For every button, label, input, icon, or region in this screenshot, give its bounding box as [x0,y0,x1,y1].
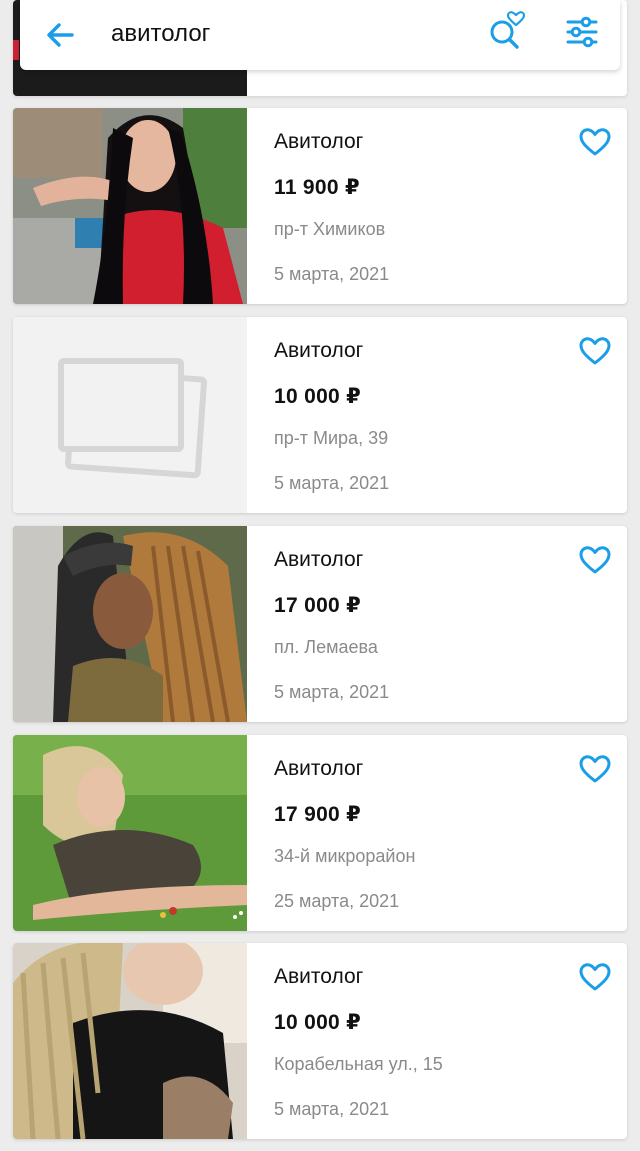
listing-title[interactable]: Авитолог [274,128,363,156]
listing-address: пл. Лемаева [274,637,378,657]
heart-icon[interactable] [578,335,612,367]
listing-date: 5 марта, 2021 [274,473,390,493]
listing-card[interactable]: Авитолог 11 900 ₽ пр-т Химиков 5 марта, … [13,108,627,304]
search-heart-icon[interactable] [486,10,526,52]
listing-price: 17 000 ₽ [274,594,362,617]
listing-title[interactable]: Авитолог [274,963,363,991]
listing-date: 25 марта, 2021 [274,891,400,911]
listing-address: пр-т Мира, 39 [274,428,389,448]
listing-address: Корабельная ул., 15 [274,1054,443,1074]
listing-price: 11 900 ₽ [274,176,360,199]
listing-address: пр-т Химиков [274,219,386,239]
heart-icon[interactable] [578,961,612,993]
listing-price: 10 000 ₽ [274,385,362,408]
listing-photo[interactable] [13,526,247,722]
listing-title[interactable]: Авитолог [274,755,363,783]
listing-price: 10 000 ₽ [274,1011,362,1034]
search-bar: авитолог [20,0,620,70]
listing-card[interactable]: Авитолог 17 000 ₽ пл. Лемаева 5 марта, 2… [13,526,627,722]
listing-card[interactable]: Авитолог 10 000 ₽ Корабельная ул., 15 5 … [13,943,627,1139]
listing-date: 5 марта, 2021 [274,1099,390,1119]
sliders-icon[interactable] [564,14,600,50]
listing-photo[interactable] [13,943,247,1139]
listing-title[interactable]: Авитолог [274,546,363,574]
listing-date: 5 марта, 2021 [274,682,390,702]
listing-price: 17 900 ₽ [274,803,362,826]
heart-icon[interactable] [578,126,612,158]
listing-photo[interactable] [13,735,247,931]
listing-address: 34-й микрорайон [274,846,416,866]
listing-date: 5 марта, 2021 [274,264,390,284]
listing-photo[interactable] [13,108,247,304]
search-query[interactable]: авитолог [111,19,210,49]
listing-title[interactable]: Авитолог [274,337,363,365]
no-photo-placeholder[interactable] [13,317,247,513]
arrow-left-icon[interactable] [42,17,78,53]
listing-card[interactable]: Авитолог 10 000 ₽ пр-т Мира, 39 5 марта,… [13,317,627,513]
heart-icon[interactable] [578,544,612,576]
listing-card[interactable]: Авитолог 17 900 ₽ 34-й микрорайон 25 мар… [13,735,627,931]
heart-icon[interactable] [578,753,612,785]
